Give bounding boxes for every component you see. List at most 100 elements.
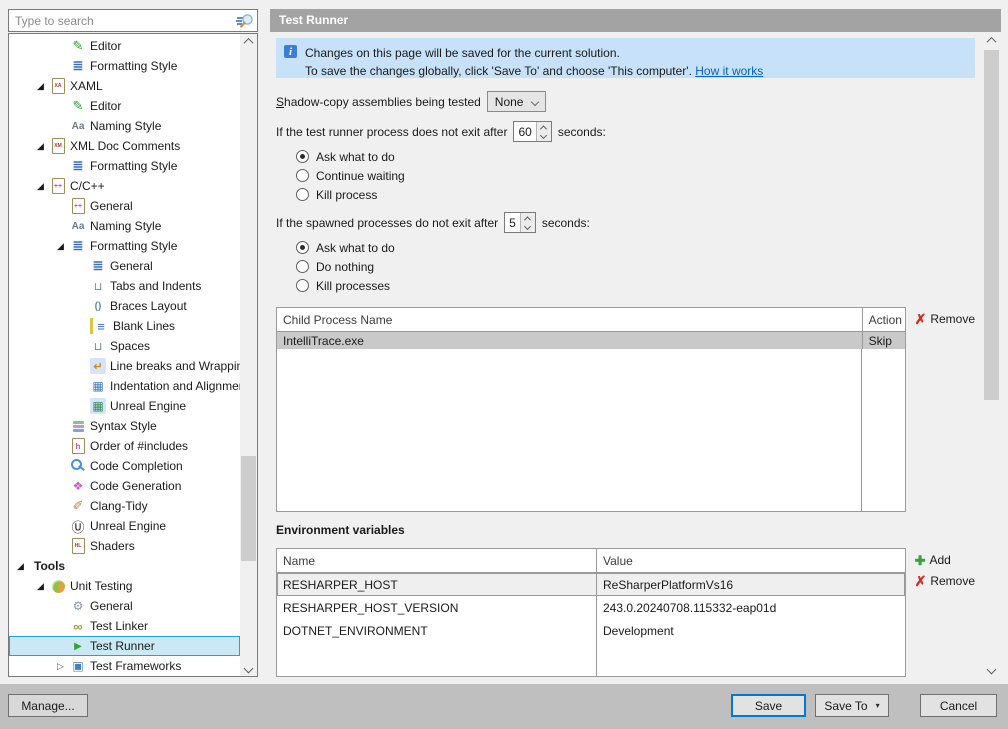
tree-item-label: Line breaks and Wrapping <box>110 359 240 373</box>
radio-kill-process[interactable]: Kill process <box>296 185 975 204</box>
tree-item-code-completion[interactable]: Code Completion <box>9 456 240 476</box>
collapse-arrow-icon[interactable]: ◢ <box>17 562 30 571</box>
radio-selected-icon[interactable] <box>296 150 309 163</box>
radio-icon[interactable] <box>296 260 309 273</box>
tree-item-code-generation[interactable]: ❖Code Generation <box>9 476 240 496</box>
tree-item-label: Indentation and Alignment <box>110 379 240 393</box>
radio-ask-what-to-do[interactable]: Ask what to do <box>296 238 975 257</box>
save-button[interactable]: Save <box>731 694 806 717</box>
syntax-style-icon <box>70 418 86 434</box>
settings-scrollbar[interactable] <box>983 33 1000 677</box>
radio-continue-waiting[interactable]: Continue waiting <box>296 166 975 185</box>
radio-icon[interactable] <box>296 279 309 292</box>
spinner-arrows-icon[interactable] <box>536 122 551 141</box>
tree-item-formatting-style[interactable]: ◢≣Formatting Style <box>9 236 240 256</box>
tree-item-spaces[interactable]: ⊔Spaces <box>9 336 240 356</box>
environment-variables-table[interactable]: Name Value RESHARPER_HOSTReSharperPlatfo… <box>276 548 906 677</box>
column-header-action[interactable]: Action <box>862 308 905 331</box>
tree-item-label: XML Doc Comments <box>70 139 180 153</box>
column-header-name[interactable]: Name <box>277 549 597 572</box>
tree-item-unreal-engine[interactable]: ⓊUnreal Engine <box>9 516 240 536</box>
radio-kill-processes[interactable]: Kill processes <box>296 276 975 295</box>
runner-timeout-spinner[interactable]: 60 <box>513 121 551 142</box>
tree-item-syntax-style[interactable]: Syntax Style <box>9 416 240 436</box>
table-row-intellitrace-exe[interactable]: IntelliTrace.exeSkip <box>277 332 905 349</box>
tree-scrollbar-thumb[interactable] <box>241 456 256 561</box>
remove-child-process-button[interactable]: ✗ Remove <box>915 312 975 326</box>
tree-item-c-c[interactable]: ◢++C/C++ <box>9 176 240 196</box>
add-plus-icon: ✚ <box>915 554 926 567</box>
radio-do-nothing[interactable]: Do nothing <box>296 257 975 276</box>
tabs-indents-icon: ⊔ <box>90 278 106 294</box>
clang-tidy-icon: ✐ <box>70 498 86 514</box>
radio-selected-icon[interactable] <box>296 241 309 254</box>
tree-item-general[interactable]: ⚙General <box>9 596 240 616</box>
tree-item-label: Editor <box>90 99 121 113</box>
collapse-arrow-icon[interactable]: ◢ <box>37 82 50 91</box>
formatting-style-icon: ≣ <box>70 58 86 74</box>
info-banner: i Changes on this page will be saved for… <box>276 38 975 78</box>
banner-line2: To save the changes globally, click 'Sav… <box>305 62 763 80</box>
search-box[interactable] <box>8 9 258 32</box>
radio-ask-what-to-do[interactable]: Ask what to do <box>296 147 975 166</box>
child-process-table[interactable]: Child Process Name Action IntelliTrace.e… <box>276 307 906 512</box>
column-header-value[interactable]: Value <box>597 549 905 572</box>
tree-item-tabs-and-indents[interactable]: ⊔Tabs and Indents <box>9 276 240 296</box>
scroll-down-icon[interactable] <box>240 661 257 676</box>
add-env-variable-button[interactable]: ✚ Add <box>915 553 975 567</box>
tree-item-braces-layout[interactable]: ()Braces Layout <box>9 296 240 316</box>
shadow-copy-dropdown[interactable]: None <box>487 91 547 112</box>
column-header-child-process-name[interactable]: Child Process Name <box>277 308 862 331</box>
spawned-timeout-spinner[interactable]: 5 <box>504 212 536 233</box>
tree-scrollbar[interactable] <box>240 34 257 676</box>
collapse-arrow-icon[interactable]: ◢ <box>37 182 50 191</box>
scroll-up-icon[interactable] <box>983 33 1000 48</box>
tree-item-general[interactable]: ≣General <box>9 256 240 276</box>
tree-item-unreal-engine[interactable]: ▦Unreal Engine <box>9 396 240 416</box>
save-to-button[interactable]: Save To ▾ <box>815 694 889 717</box>
table-row-dotnet-environment[interactable]: DOTNET_ENVIRONMENTDevelopment <box>277 619 905 642</box>
table-row-resharper-host-version[interactable]: RESHARPER_HOST_VERSION243.0.20240708.115… <box>277 596 905 619</box>
radio-icon[interactable] <box>296 169 309 182</box>
scroll-up-icon[interactable] <box>240 34 257 49</box>
tree-item-formatting-style[interactable]: ≣Formatting Style <box>9 156 240 176</box>
tree-item-clang-tidy[interactable]: ✐Clang-Tidy <box>9 496 240 516</box>
tree-item-general[interactable]: ++General <box>9 196 240 216</box>
tree-item-test-frameworks[interactable]: ▷▣Test Frameworks <box>9 656 240 676</box>
tree-item-test-linker[interactable]: ∞Test Linker <box>9 616 240 636</box>
radio-icon[interactable] <box>296 188 309 201</box>
scroll-down-icon[interactable] <box>983 662 1000 677</box>
tree-item-tools[interactable]: ◢ Tools <box>9 556 240 576</box>
collapse-arrow-icon[interactable]: ◢ <box>37 142 50 151</box>
naming-style-icon: Aa <box>70 118 86 134</box>
tree-item-indentation-and-alignment[interactable]: ▦Indentation and Alignment <box>9 376 240 396</box>
line-breaks-icon: ↵ <box>90 358 106 374</box>
settings-scrollbar-thumb[interactable] <box>984 50 999 400</box>
tree-item-editor[interactable]: ✎Editor <box>9 36 240 56</box>
tree-item-naming-style[interactable]: AaNaming Style <box>9 216 240 236</box>
collapse-arrow-icon[interactable]: ◢ <box>57 242 70 251</box>
tree-item-shaders[interactable]: HLShaders <box>9 536 240 556</box>
remove-env-variable-button[interactable]: ✗ Remove <box>915 574 975 588</box>
tree-item-formatting-style[interactable]: ≣Formatting Style <box>9 56 240 76</box>
tree-item-test-runner[interactable]: ▶Test Runner <box>9 636 240 656</box>
tree-item-order-of-includes[interactable]: hOrder of #includes <box>9 436 240 456</box>
cancel-button[interactable]: Cancel <box>920 694 997 717</box>
naming-style-icon: Aa <box>70 218 86 234</box>
tree-item-xaml[interactable]: ◢XAXAML <box>9 76 240 96</box>
tree-item-editor[interactable]: ✎Editor <box>9 96 240 116</box>
tree-item-line-breaks-and-wrapping[interactable]: ↵ Line breaks and Wrapping <box>9 356 240 376</box>
tree-item-unit-testing[interactable]: ◢Unit Testing <box>9 576 240 596</box>
search-input[interactable] <box>9 14 235 28</box>
manage-button[interactable]: Manage... <box>8 694 88 717</box>
collapse-arrow-icon[interactable]: ◢ <box>37 582 50 591</box>
tree-item-xml-doc-comments[interactable]: ◢XMXML Doc Comments <box>9 136 240 156</box>
table-row-resharper-host[interactable]: RESHARPER_HOSTReSharperPlatformVs16 <box>277 573 905 596</box>
unreal-engine-icon: Ⓤ <box>70 518 86 534</box>
spinner-arrows-icon[interactable] <box>520 213 535 232</box>
tree-item-blank-lines[interactable]: ≡Blank Lines <box>9 316 240 336</box>
tree-item-naming-style[interactable]: AaNaming Style <box>9 116 240 136</box>
tree-item-label: Tools <box>34 559 65 573</box>
expand-arrow-icon[interactable]: ▷ <box>57 662 70 671</box>
how-it-works-link[interactable]: How it works <box>695 64 763 78</box>
